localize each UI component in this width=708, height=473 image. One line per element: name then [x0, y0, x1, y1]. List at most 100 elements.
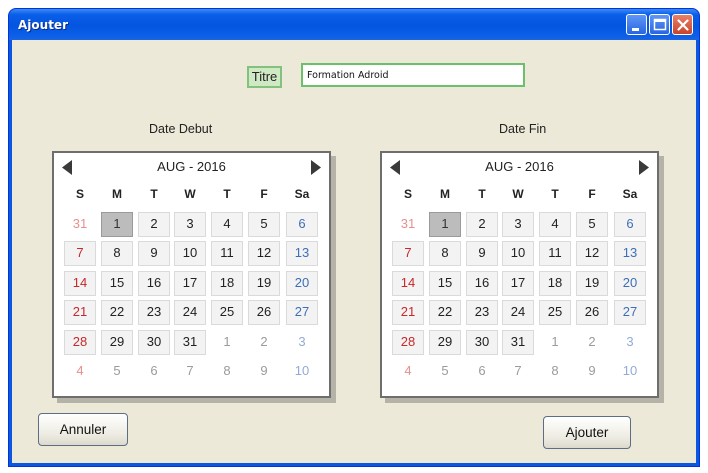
- day-cell[interactable]: 30: [138, 330, 170, 355]
- day-cell[interactable]: 4: [539, 212, 571, 237]
- day-cell[interactable]: 27: [286, 300, 318, 325]
- day-cell[interactable]: 11: [539, 241, 571, 266]
- day-cell[interactable]: 21: [64, 300, 96, 325]
- day-cell[interactable]: 9: [466, 241, 498, 266]
- day-cell[interactable]: 4: [392, 359, 424, 384]
- day-cell[interactable]: 6: [614, 212, 646, 237]
- titre-input[interactable]: [301, 63, 525, 87]
- day-cell[interactable]: 27: [614, 300, 646, 325]
- day-cell[interactable]: 28: [64, 330, 96, 355]
- day-cell[interactable]: 22: [101, 300, 133, 325]
- day-cell[interactable]: 4: [211, 212, 243, 237]
- window-title: Ajouter: [18, 18, 68, 32]
- day-cell[interactable]: 19: [576, 271, 608, 296]
- day-cell[interactable]: 10: [286, 359, 318, 384]
- weekday-header: W: [512, 187, 524, 201]
- day-cell[interactable]: 12: [248, 241, 280, 266]
- day-cell[interactable]: 9: [576, 359, 608, 384]
- day-cell[interactable]: 9: [138, 241, 170, 266]
- next-month-button[interactable]: [310, 159, 322, 176]
- day-cell[interactable]: 2: [576, 330, 608, 355]
- day-cell[interactable]: 22: [429, 300, 461, 325]
- day-cell[interactable]: 4: [64, 359, 96, 384]
- annuler-button[interactable]: Annuler: [38, 413, 128, 446]
- day-cell[interactable]: 2: [248, 330, 280, 355]
- day-cell[interactable]: 6: [466, 359, 498, 384]
- maximize-button[interactable]: [649, 14, 670, 35]
- day-cell[interactable]: 7: [392, 241, 424, 266]
- day-cell[interactable]: 7: [174, 359, 206, 384]
- day-cell[interactable]: 2: [138, 212, 170, 237]
- day-cell[interactable]: 6: [138, 359, 170, 384]
- day-cell[interactable]: 8: [101, 241, 133, 266]
- day-cell[interactable]: 21: [392, 300, 424, 325]
- day-cell[interactable]: 10: [174, 241, 206, 266]
- day-cell[interactable]: 14: [64, 271, 96, 296]
- day-cell[interactable]: 16: [138, 271, 170, 296]
- day-cell[interactable]: 3: [286, 330, 318, 355]
- day-cell[interactable]: 29: [429, 330, 461, 355]
- day-cell[interactable]: 10: [614, 359, 646, 384]
- day-cell[interactable]: 3: [502, 212, 534, 237]
- day-cell[interactable]: 26: [248, 300, 280, 325]
- day-cell[interactable]: 1: [539, 330, 571, 355]
- day-cell[interactable]: 28: [392, 330, 424, 355]
- day-cell[interactable]: 15: [429, 271, 461, 296]
- day-cell[interactable]: 10: [502, 241, 534, 266]
- day-cell[interactable]: 7: [502, 359, 534, 384]
- ajouter-button[interactable]: Ajouter: [543, 416, 631, 449]
- day-cell[interactable]: 8: [211, 359, 243, 384]
- title-bar[interactable]: Ajouter: [9, 9, 699, 40]
- day-cell[interactable]: 25: [211, 300, 243, 325]
- day-cell[interactable]: 18: [211, 271, 243, 296]
- day-cell[interactable]: 8: [429, 241, 461, 266]
- selected-day-cell[interactable]: 1: [429, 212, 461, 237]
- day-cell[interactable]: 31: [502, 330, 534, 355]
- day-cell[interactable]: 17: [174, 271, 206, 296]
- weekday-header: S: [75, 187, 84, 201]
- day-cell[interactable]: 15: [101, 271, 133, 296]
- day-cell[interactable]: 24: [502, 300, 534, 325]
- day-cell[interactable]: 1: [211, 330, 243, 355]
- day-cell[interactable]: 5: [248, 212, 280, 237]
- day-cell[interactable]: 11: [211, 241, 243, 266]
- day-cell[interactable]: 23: [138, 300, 170, 325]
- day-cell[interactable]: 3: [174, 212, 206, 237]
- date-debut-calendar[interactable]: AUG - 2016 S M T W T F Sa 31 1 2 3 4 5 6 7 8 9 10 11 12 13 14…: [52, 151, 331, 398]
- day-cell[interactable]: 5: [429, 359, 461, 384]
- day-cell[interactable]: 13: [614, 241, 646, 266]
- day-cell[interactable]: 20: [286, 271, 318, 296]
- day-cell[interactable]: 7: [64, 241, 96, 266]
- day-cell[interactable]: 29: [101, 330, 133, 355]
- day-cell[interactable]: 30: [466, 330, 498, 355]
- day-cell[interactable]: 3: [614, 330, 646, 355]
- day-cell[interactable]: 9: [248, 359, 280, 384]
- weekday-header: S: [403, 187, 412, 201]
- next-month-button[interactable]: [638, 159, 650, 176]
- minimize-button[interactable]: [626, 14, 647, 35]
- date-fin-calendar[interactable]: AUG - 2016 S M T W T F Sa 31 1 2 3 4 5 6 7 8 9 10 11 12 13 14…: [380, 151, 659, 398]
- day-cell[interactable]: 20: [614, 271, 646, 296]
- day-cell[interactable]: 31: [64, 212, 96, 237]
- day-cell[interactable]: 23: [466, 300, 498, 325]
- day-cell[interactable]: 31: [174, 330, 206, 355]
- close-button[interactable]: [672, 14, 693, 35]
- day-cell[interactable]: 13: [286, 241, 318, 266]
- day-cell[interactable]: 12: [576, 241, 608, 266]
- day-cell[interactable]: 24: [174, 300, 206, 325]
- day-cell[interactable]: 8: [539, 359, 571, 384]
- day-cell[interactable]: 26: [576, 300, 608, 325]
- day-cell[interactable]: 14: [392, 271, 424, 296]
- day-cell[interactable]: 19: [248, 271, 280, 296]
- day-cell[interactable]: 31: [392, 212, 424, 237]
- day-cell[interactable]: 25: [539, 300, 571, 325]
- day-cell[interactable]: 18: [539, 271, 571, 296]
- weekday-header: Sa: [294, 187, 310, 201]
- day-cell[interactable]: 5: [576, 212, 608, 237]
- day-cell[interactable]: 17: [502, 271, 534, 296]
- day-cell[interactable]: 2: [466, 212, 498, 237]
- day-cell[interactable]: 16: [466, 271, 498, 296]
- day-cell[interactable]: 5: [101, 359, 133, 384]
- selected-day-cell[interactable]: 1: [101, 212, 133, 237]
- day-cell[interactable]: 6: [286, 212, 318, 237]
